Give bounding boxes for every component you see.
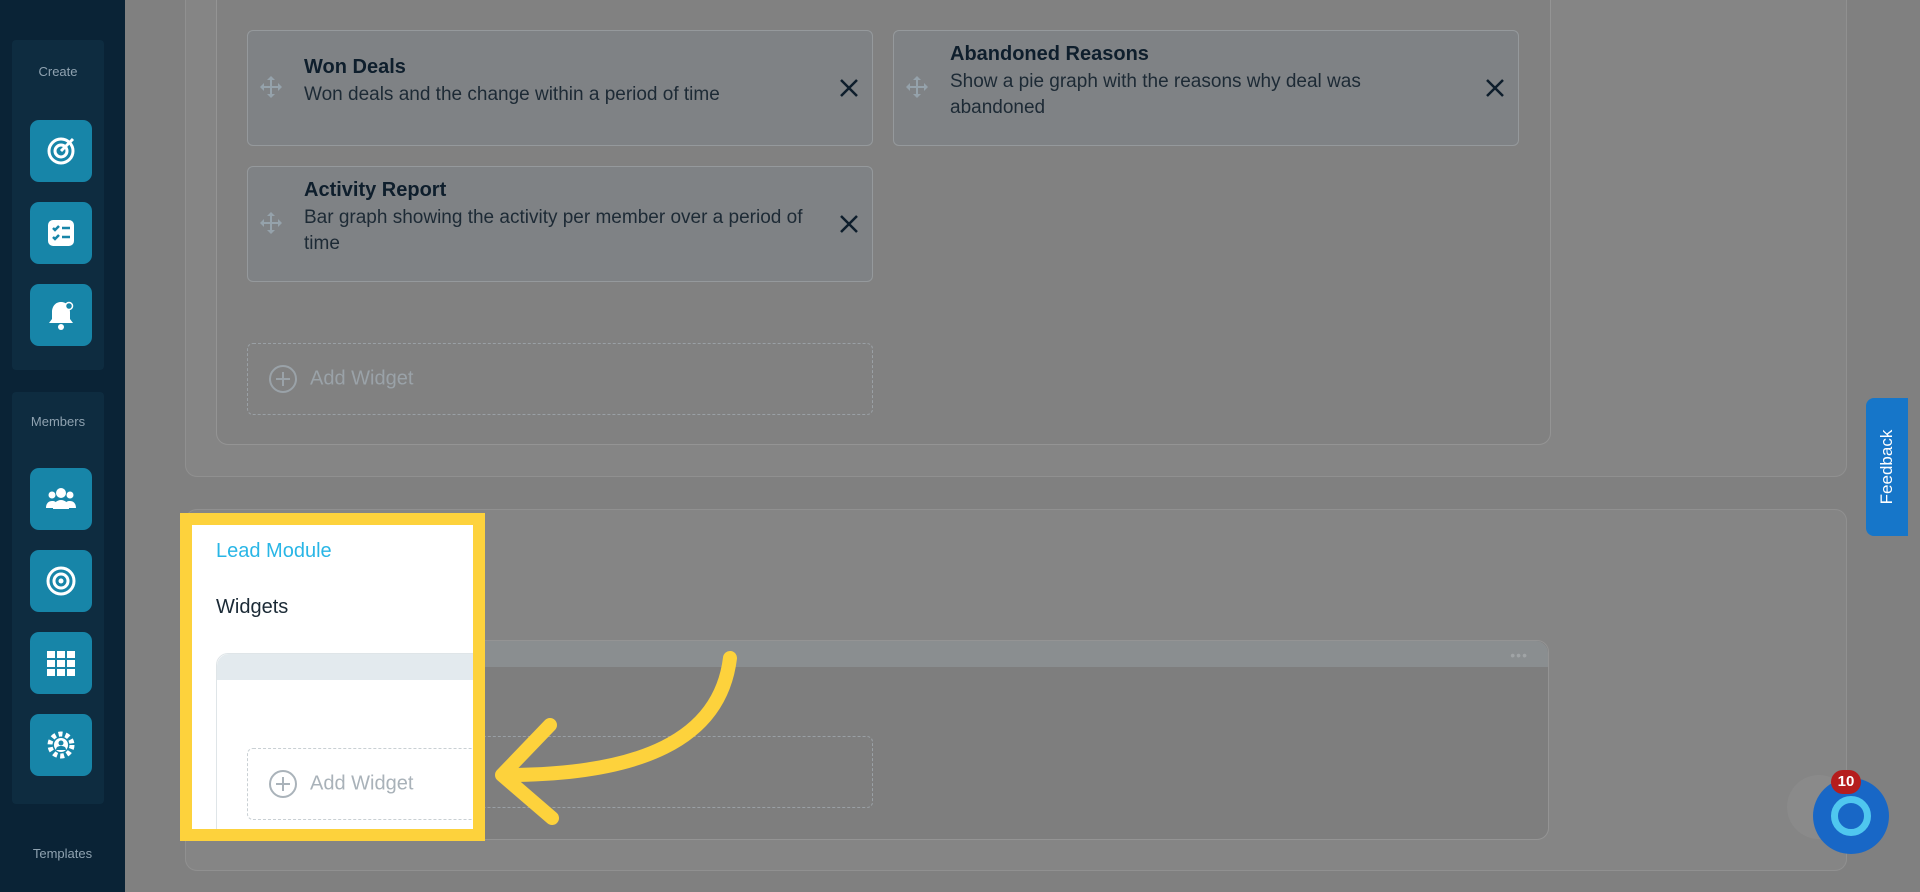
close-icon[interactable] <box>838 213 860 235</box>
feedback-tab[interactable]: Feedback <box>1866 398 1908 536</box>
widgets-heading: Widgets <box>216 596 289 618</box>
more-icon[interactable]: ••• <box>1510 647 1528 663</box>
widget-description: Show a pie graph with the reasons why de… <box>950 71 1361 118</box>
goal-icon <box>46 566 76 596</box>
members-users-button[interactable] <box>30 468 92 530</box>
plus-circle-icon <box>269 365 297 393</box>
plus-circle-icon <box>269 770 297 798</box>
move-icon[interactable] <box>258 75 284 101</box>
widget-title: Won Deals <box>304 56 406 78</box>
pointer-arrow-icon <box>495 651 737 825</box>
grid-icon <box>47 651 75 676</box>
team-gear-icon <box>47 731 75 759</box>
checklist-icon <box>48 220 74 246</box>
create-label: Create <box>38 64 78 79</box>
members-goals-button[interactable] <box>30 550 92 612</box>
chat-icon <box>1831 796 1871 836</box>
target-icon <box>47 137 75 165</box>
add-widget-label: Add Widget <box>310 772 414 795</box>
create-group: Create <box>12 40 104 370</box>
widget-title: Abandoned Reasons <box>950 43 1149 65</box>
create-task-button[interactable] <box>30 202 92 264</box>
widget-card-abandoned-reasons[interactable]: Abandoned Reasons Show a pie graph with … <box>893 30 1519 146</box>
widget-card-activity-report[interactable]: Activity Report Bar graph showing the ac… <box>247 166 873 282</box>
widget-card-won-deals[interactable]: Won Deals Won deals and the change withi… <box>247 30 873 146</box>
notification-badge: 10 <box>1831 770 1861 794</box>
add-widget-button[interactable]: Add Widget <box>247 343 873 415</box>
members-group: Members <box>12 392 104 804</box>
move-icon[interactable] <box>904 75 930 101</box>
lead-add-widget-button[interactable]: Add Widget <box>247 748 473 820</box>
feedback-label: Feedback <box>1877 429 1896 505</box>
users-icon <box>46 488 76 509</box>
templates-label: Templates <box>32 846 93 861</box>
widget-title: Activity Report <box>304 179 447 201</box>
create-reminder-button[interactable] <box>30 284 92 346</box>
members-apps-button[interactable] <box>30 632 92 694</box>
lead-module-title[interactable]: Lead Module <box>216 540 332 563</box>
sidebar: Create Members Templates <box>0 0 125 892</box>
widget-description: Won deals and the change within a period… <box>304 84 720 105</box>
move-icon[interactable] <box>258 211 284 237</box>
close-icon[interactable] <box>838 77 860 99</box>
members-settings-button[interactable] <box>30 714 92 776</box>
add-widget-label: Add Widget <box>310 367 414 390</box>
hl-container-header <box>217 654 473 680</box>
close-icon[interactable] <box>1484 77 1506 99</box>
members-label: Members <box>30 414 86 429</box>
bell-icon <box>49 301 74 330</box>
widget-description: Bar graph showing the activity per membe… <box>304 207 803 254</box>
create-deal-button[interactable] <box>30 120 92 182</box>
